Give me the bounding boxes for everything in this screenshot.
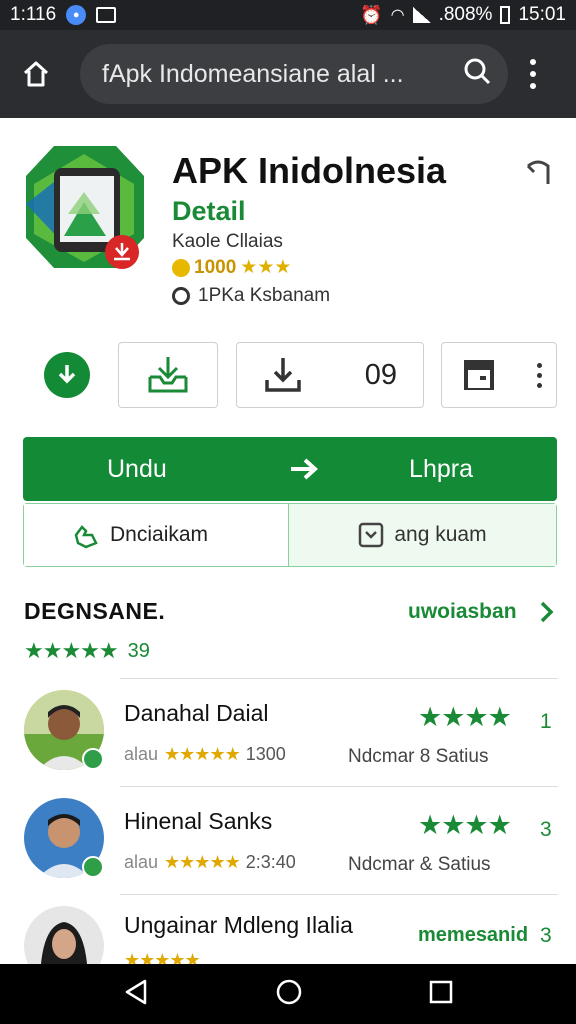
- coin-icon: [172, 258, 190, 277]
- home-icon[interactable]: [14, 52, 58, 96]
- review-meta-value: 2:3:40: [245, 852, 296, 872]
- review-number: 3: [540, 818, 552, 841]
- system-nav-bar: [0, 964, 576, 1024]
- app-subtitle: Detail: [172, 196, 246, 226]
- download-circle-button[interactable]: [44, 352, 90, 398]
- browser-toolbar: fApk Indomeansiane alal ...: [0, 30, 576, 118]
- save-button[interactable]: [118, 342, 218, 408]
- reviews-see-all-link[interactable]: uwoiasban: [408, 600, 517, 624]
- app-icon: [24, 144, 146, 270]
- reviews-summary-rating: ★★★★★ 39: [24, 638, 150, 664]
- back-icon[interactable]: [123, 978, 149, 1011]
- status-clock: 15:01: [518, 4, 566, 25]
- main-download-button[interactable]: Undu Lhpra: [23, 437, 557, 501]
- hand-icon: [74, 525, 98, 549]
- home-circle-icon[interactable]: [275, 978, 303, 1011]
- app-size-text: 1PKa Ksbanam: [198, 285, 331, 306]
- more-vert-icon[interactable]: [537, 362, 542, 388]
- review-meta-value: 1300: [245, 744, 286, 764]
- reviews-summary-count: 39: [127, 639, 150, 662]
- recents-icon[interactable]: [429, 980, 453, 1009]
- avatar: [24, 906, 104, 964]
- review-meta-stars: ★★★★★: [164, 744, 241, 764]
- more-options-button[interactable]: [441, 342, 557, 408]
- verified-badge-icon: [82, 856, 104, 878]
- wifi-icon: ◠: [390, 7, 405, 24]
- review-meta-prefix: alau: [124, 744, 159, 764]
- main-button-right-label: Lhpra: [409, 454, 473, 483]
- review-item[interactable]: Hinenal Sanks alau ★★★★★ 2:3:40 ★★★★ 3 N…: [0, 796, 576, 896]
- split-right-label: ang kuam: [394, 523, 487, 546]
- review-status: Ndcmar & Satius: [348, 854, 491, 875]
- shield-icon: [172, 287, 190, 305]
- reviews-title: DEGNSANE.: [24, 598, 166, 624]
- app-developer[interactable]: Kaole Cllaias: [172, 231, 283, 253]
- download-count-button[interactable]: 09: [236, 342, 424, 408]
- main-button-left-label: Undu: [107, 454, 167, 483]
- reviewer-name: Hinenal Sanks: [124, 808, 273, 834]
- review-item[interactable]: Ungainar Mdleng Ilalia ★★★★★ memesanid 3: [0, 904, 576, 964]
- tray-download-icon: [148, 357, 188, 393]
- more-vert-icon[interactable]: [518, 52, 548, 96]
- url-text[interactable]: fApk Indomeansiane alal ...: [102, 60, 462, 89]
- app-rating-stars: ★★★: [240, 257, 292, 278]
- app-title: APK Inidolnesia: [172, 150, 447, 191]
- review-meta: ★★★★★: [124, 950, 201, 964]
- review-stars: ★★★★: [418, 810, 512, 840]
- split-left-label: Dnciaikam: [110, 523, 209, 546]
- app-rating: 1000 ★★★: [172, 256, 291, 279]
- review-meta-stars: ★★★★★: [124, 950, 201, 964]
- download-tray-icon: [265, 358, 301, 392]
- reviews-summary-stars: ★★★★★: [24, 638, 119, 663]
- chevron-right-icon[interactable]: [538, 600, 556, 624]
- divider: [120, 786, 558, 787]
- split-button: Dnciaikam ang kuam: [23, 503, 557, 567]
- notification-icon: ●: [66, 5, 87, 25]
- divider: [120, 678, 558, 679]
- download-count: 09: [364, 358, 397, 391]
- review-status: Ndcmar 8 Satius: [348, 746, 489, 767]
- reviewer-name: Danahal Daial: [124, 700, 269, 726]
- battery-level: .808%: [438, 4, 493, 25]
- search-icon[interactable]: [462, 56, 492, 93]
- review-item[interactable]: Danahal Daial alau ★★★★★ 1300 ★★★★ 1 Ndc…: [0, 688, 576, 788]
- image-notification-icon: [96, 7, 117, 23]
- review-stars: ★★★★: [418, 702, 512, 732]
- share-icon[interactable]: [522, 156, 554, 188]
- review-number: 3: [540, 924, 552, 947]
- review-link[interactable]: memesanid: [418, 924, 528, 947]
- signal-icon: [412, 7, 431, 23]
- review-meta: alau ★★★★★ 2:3:40: [124, 852, 296, 873]
- review-meta: alau ★★★★★ 1300: [124, 744, 286, 765]
- divider: [120, 894, 558, 895]
- review-number: 1: [540, 710, 552, 733]
- status-time: 1:116: [10, 4, 57, 25]
- alarm-icon: ⏰: [360, 4, 383, 25]
- review-meta-stars: ★★★★★: [164, 852, 241, 872]
- split-right-button[interactable]: ang kuam: [289, 504, 556, 566]
- box-icon: [359, 522, 384, 548]
- app-size: 1PKa Ksbanam: [172, 285, 330, 307]
- reviewer-name: Ungainar Mdleng Ilalia: [124, 912, 353, 938]
- download-icon: [58, 365, 76, 384]
- review-meta-prefix: alau: [124, 852, 159, 872]
- status-bar: 1:116 ● ⏰ ◠ .808% 15:01: [0, 0, 576, 30]
- arrow-right-icon: [291, 458, 319, 480]
- document-icon: [464, 360, 494, 390]
- app-rating-value: 1000: [194, 256, 237, 278]
- battery-icon: [500, 6, 511, 24]
- url-bar[interactable]: fApk Indomeansiane alal ...: [80, 44, 508, 104]
- verified-badge-icon: [82, 748, 104, 770]
- split-left-button[interactable]: Dnciaikam: [24, 504, 289, 566]
